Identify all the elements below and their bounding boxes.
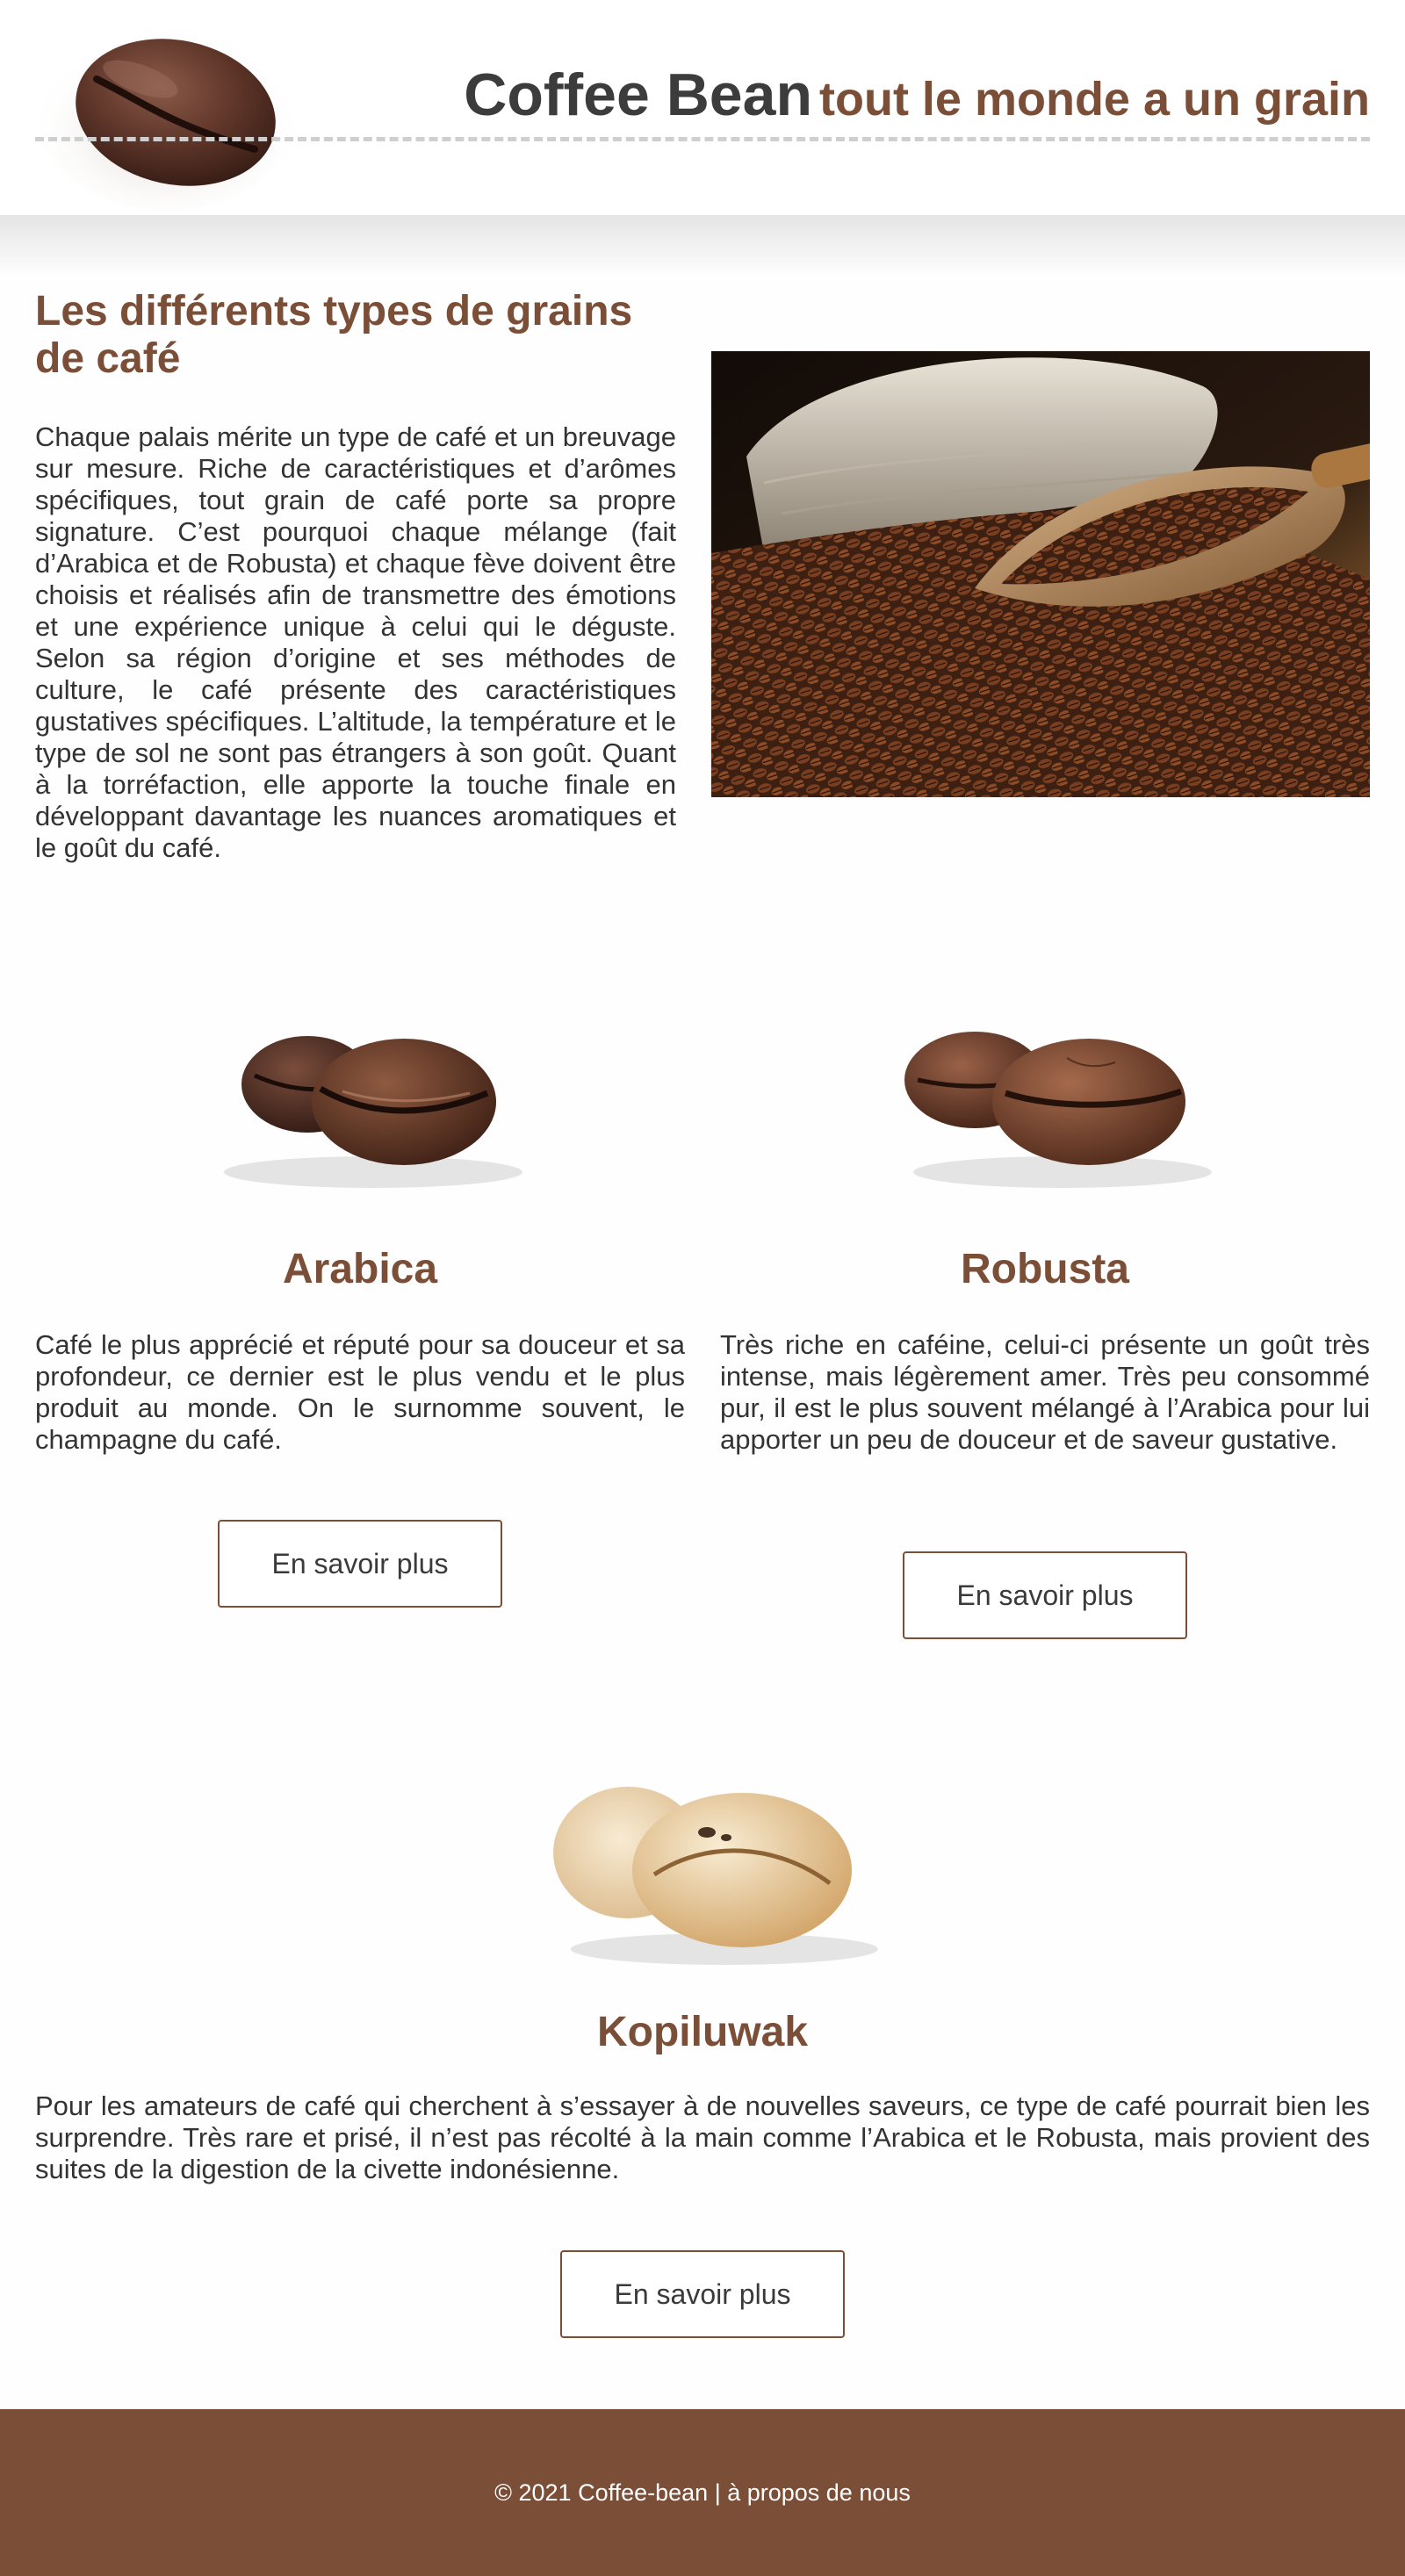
header-shadow bbox=[0, 215, 1405, 277]
more-button-arabica[interactable]: En savoir plus bbox=[218, 1520, 502, 1608]
card-title-robusta: Robusta bbox=[961, 1246, 1129, 1292]
site-title: Coffee Bean tout le monde a un grain bbox=[464, 65, 1370, 125]
coffee-bean-logo[interactable] bbox=[35, 18, 299, 215]
green-beans-image bbox=[522, 1760, 891, 1971]
site-tagline: tout le monde a un grain bbox=[818, 73, 1370, 126]
card-text-robusta: Très riche en caféine, celui-ci présente… bbox=[720, 1329, 1370, 1455]
intro-heading: Les différents types de grains de café bbox=[35, 288, 633, 382]
footer-text[interactable]: © 2021 Coffee-bean | à propos de nous bbox=[494, 2479, 911, 2507]
more-button-kopiluwak[interactable]: En savoir plus bbox=[560, 2250, 845, 2338]
coffee-beans-scoop-photo bbox=[711, 351, 1370, 797]
card-text-kopiluwak: Pour les amateurs de café qui cherchent … bbox=[35, 2090, 1370, 2184]
site-footer: © 2021 Coffee-bean | à propos de nous bbox=[0, 2409, 1405, 2576]
card-title-arabica: Arabica bbox=[282, 1246, 438, 1292]
roasted-beans-image bbox=[878, 1005, 1229, 1198]
site-header: Coffee Bean tout le monde a un grain bbox=[0, 0, 1405, 215]
card-title-kopiluwak: Kopiluwak bbox=[596, 2009, 809, 2055]
more-button-robusta[interactable]: En savoir plus bbox=[903, 1551, 1187, 1639]
site-name: Coffee Bean bbox=[464, 61, 812, 128]
card-text-arabica: Café le plus apprécié et réputé pour sa … bbox=[35, 1329, 685, 1455]
header-divider bbox=[35, 137, 1370, 141]
roasted-beans-image bbox=[189, 1005, 540, 1198]
intro-text: Chaque palais mérite un type de café et … bbox=[35, 421, 676, 863]
